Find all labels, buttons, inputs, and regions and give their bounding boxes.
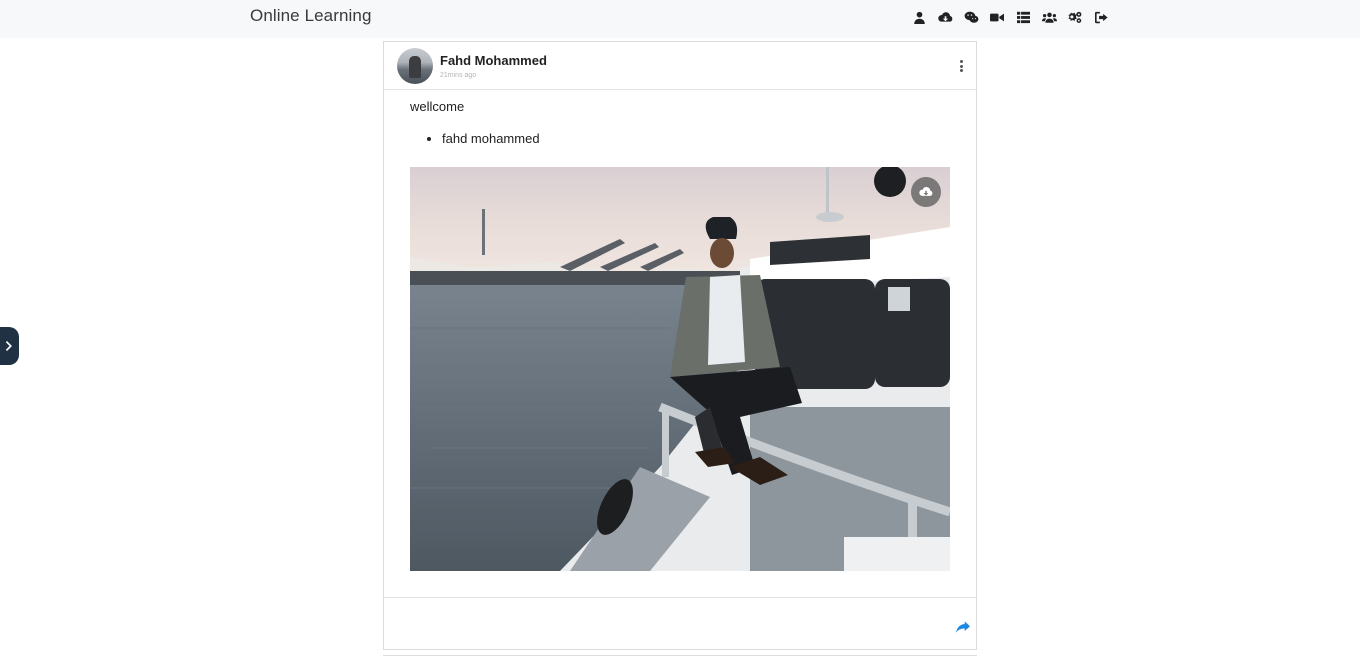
post-author[interactable]: Fahd Mohammed [440, 53, 547, 68]
brand-title[interactable]: Online Learning [250, 6, 372, 26]
sidebar-toggle-button[interactable] [0, 327, 19, 365]
sign-out-icon[interactable] [1088, 8, 1114, 26]
share-icon [956, 621, 970, 633]
video-camera-icon[interactable] [984, 8, 1010, 26]
post-options-icon[interactable] [955, 59, 967, 73]
chevron-right-icon [5, 341, 12, 351]
nav-icon-bar [906, 8, 1114, 26]
cloud-download-icon[interactable] [932, 8, 958, 26]
user-icon[interactable] [906, 8, 932, 26]
share-button[interactable] [956, 621, 972, 635]
post-text: wellcome [410, 99, 465, 114]
post-footer [384, 597, 976, 649]
image-download-button[interactable] [911, 177, 941, 207]
post-header: Fahd Mohammed 21mins ago [384, 42, 976, 90]
avatar[interactable] [397, 48, 433, 84]
list-item: fahd mohammed [442, 131, 540, 146]
users-icon[interactable] [1036, 8, 1062, 26]
post-image[interactable] [410, 167, 950, 571]
post-timestamp: 21mins ago [440, 72, 477, 79]
post-card: Fahd Mohammed 21mins ago wellcome fahd m… [383, 41, 977, 650]
cloud-download-icon [919, 187, 933, 196]
top-navbar: Online Learning [0, 0, 1360, 38]
post-bullet-list: fahd mohammed [426, 131, 540, 146]
list-icon[interactable] [1010, 8, 1036, 26]
wechat-icon[interactable] [958, 8, 984, 26]
gears-icon[interactable] [1062, 8, 1088, 26]
